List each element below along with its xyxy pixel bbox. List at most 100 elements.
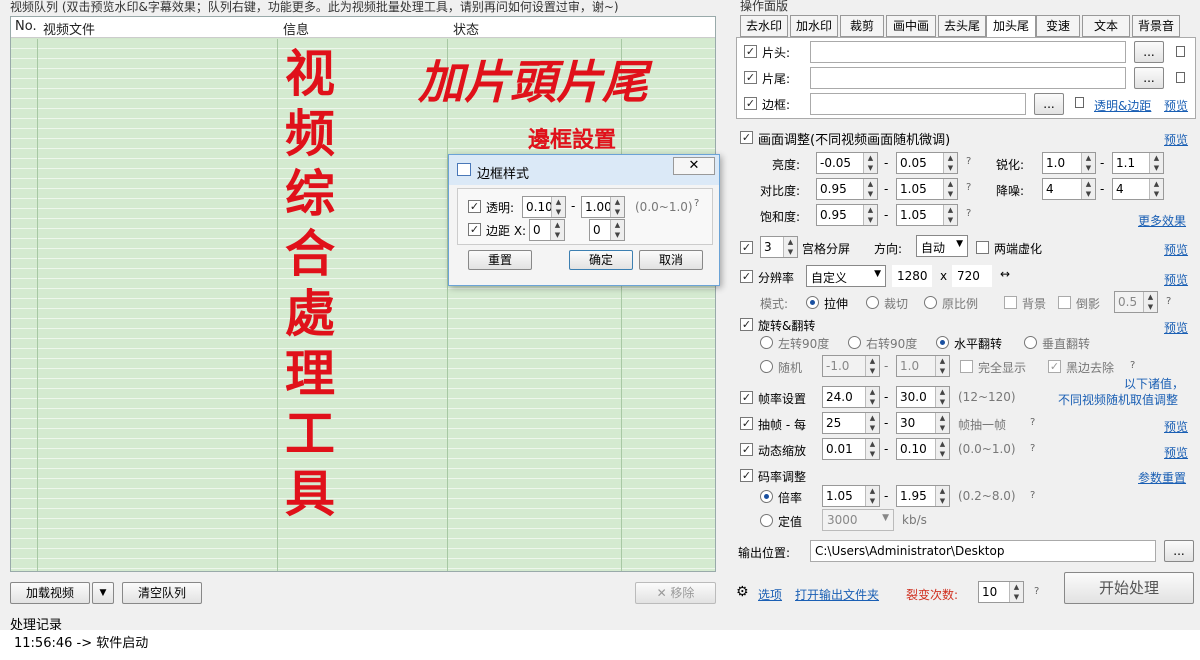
help-icon[interactable]: ? bbox=[694, 198, 699, 209]
rotate-right-radio[interactable] bbox=[848, 336, 861, 349]
col-info[interactable]: 信息 bbox=[283, 19, 309, 38]
help-icon[interactable]: ? bbox=[1030, 490, 1035, 501]
col-status[interactable]: 状态 bbox=[453, 19, 479, 38]
saturation-max-stepper[interactable]: 1.05 ▲ ▼ bbox=[896, 204, 958, 226]
tail-browse-button[interactable]: ... bbox=[1134, 67, 1164, 89]
queue-rows[interactable] bbox=[11, 39, 715, 571]
bitrate-min-stepper[interactable]: 1.05 ▲ ▼ bbox=[822, 485, 880, 507]
picture-preview-link[interactable]: 预览 bbox=[1164, 131, 1188, 148]
zoom-min-stepper[interactable]: 0.01 ▲ ▼ bbox=[822, 438, 880, 460]
gear-icon[interactable]: ⚙ bbox=[736, 584, 749, 600]
resolution-checkbox[interactable]: ✓ bbox=[740, 270, 753, 283]
rotate-preview-link[interactable]: 预览 bbox=[1164, 319, 1188, 336]
sharpen-min-stepper[interactable]: 1.0 ▲ ▼ bbox=[1042, 152, 1096, 174]
border-browse-button[interactable]: ... bbox=[1034, 93, 1064, 115]
cancel-button[interactable]: 取消 bbox=[639, 250, 703, 270]
col-file[interactable]: 视频文件 bbox=[43, 19, 95, 38]
mode-stretch-radio[interactable] bbox=[806, 296, 819, 309]
fps-min-stepper[interactable]: 24.0 ▲ ▼ bbox=[822, 386, 880, 408]
frame-drop-checkbox[interactable]: ✓ bbox=[740, 417, 753, 430]
help-icon[interactable]: ? bbox=[1166, 296, 1171, 307]
head-browse-button[interactable]: ... bbox=[1134, 41, 1164, 63]
mode-ratio-radio[interactable] bbox=[924, 296, 937, 309]
tab-speed[interactable]: 变速 bbox=[1036, 15, 1080, 37]
dialog-titlebar[interactable]: 边框样式 ✕ bbox=[449, 155, 719, 185]
fps-checkbox[interactable]: ✓ bbox=[740, 391, 753, 404]
remove-black-checkbox[interactable]: ✓ bbox=[1048, 360, 1061, 373]
grid-count-stepper[interactable]: 3 ▲ ▼ bbox=[760, 236, 798, 258]
reset-button[interactable]: 重置 bbox=[468, 250, 532, 270]
head-checkbox[interactable]: ✓ bbox=[744, 45, 757, 58]
resolution-width-field[interactable]: 1280 bbox=[892, 265, 932, 287]
margin-x-stepper[interactable]: 0 ▲ ▼ bbox=[529, 219, 565, 241]
tab-pip[interactable]: 画中画 bbox=[886, 15, 936, 37]
saturation-min-stepper[interactable]: 0.95 ▲ ▼ bbox=[816, 204, 878, 226]
tab-bgm[interactable]: 背景音 bbox=[1132, 15, 1180, 37]
reflection-checkbox[interactable] bbox=[1058, 296, 1071, 309]
bitrate-checkbox[interactable]: ✓ bbox=[740, 469, 753, 482]
border-path-field[interactable] bbox=[810, 93, 1026, 115]
reflection-stepper[interactable]: 0.5 ▲ ▼ bbox=[1114, 291, 1158, 313]
opacity-min-stepper[interactable]: 0.10 ▲ ▼ bbox=[522, 196, 566, 218]
border-opacity-link[interactable]: 透明&边距 bbox=[1094, 97, 1151, 114]
zoom-max-stepper[interactable]: 0.10 ▲ ▼ bbox=[896, 438, 950, 460]
border-checkbox[interactable]: ✓ bbox=[744, 97, 757, 110]
options-link[interactable]: 选项 bbox=[758, 586, 782, 603]
brightness-min-stepper[interactable]: -0.05 ▲ ▼ bbox=[816, 152, 878, 174]
resolution-height-field[interactable]: 720 bbox=[952, 265, 992, 287]
clear-queue-button[interactable]: 清空队列 bbox=[122, 582, 202, 604]
file-icon[interactable] bbox=[1176, 72, 1185, 83]
remove-button[interactable]: ✕ 移除 bbox=[635, 582, 716, 604]
blur-ends-checkbox[interactable] bbox=[976, 241, 989, 254]
tab-remove-watermark[interactable]: 去水印 bbox=[740, 15, 788, 37]
tail-path-field[interactable] bbox=[810, 67, 1126, 89]
bitrate-max-stepper[interactable]: 1.95 ▲ ▼ bbox=[896, 485, 950, 507]
fps-max-stepper[interactable]: 30.0 ▲ ▼ bbox=[896, 386, 950, 408]
flip-horizontal-radio[interactable] bbox=[936, 336, 949, 349]
head-path-field[interactable] bbox=[810, 41, 1126, 63]
denoise-min-stepper[interactable]: 4 ▲ ▼ bbox=[1042, 178, 1096, 200]
random-max-stepper[interactable]: 1.0 ▲ ▼ bbox=[896, 355, 950, 377]
frame-drop-min-stepper[interactable]: 25 ▲ ▼ bbox=[822, 412, 880, 434]
bitrate-fixed-radio[interactable] bbox=[760, 514, 773, 527]
resolution-preview-link[interactable]: 预览 bbox=[1164, 271, 1188, 288]
bitrate-fixed-select[interactable]: 3000 ▼ bbox=[822, 509, 894, 531]
picture-adjust-checkbox[interactable]: ✓ bbox=[740, 131, 753, 144]
output-path-field[interactable]: C:\Users\Administrator\Desktop bbox=[810, 540, 1156, 562]
start-processing-button[interactable]: 开始处理 bbox=[1064, 572, 1194, 604]
swap-icon[interactable]: ↔ bbox=[1000, 267, 1010, 281]
frame-drop-preview-link[interactable]: 预览 bbox=[1164, 418, 1188, 435]
random-rotate-radio[interactable] bbox=[760, 360, 773, 373]
more-effects-link[interactable]: 更多效果 bbox=[1138, 212, 1186, 229]
tab-crop[interactable]: 裁剪 bbox=[840, 15, 884, 37]
tab-add-watermark[interactable]: 加水印 bbox=[790, 15, 838, 37]
opacity-max-stepper[interactable]: 1.00 ▲ ▼ bbox=[581, 196, 625, 218]
file-icon[interactable] bbox=[1176, 46, 1185, 57]
sharpen-max-stepper[interactable]: 1.1 ▲ ▼ bbox=[1112, 152, 1164, 174]
grid-checkbox[interactable]: ✓ bbox=[740, 241, 753, 254]
tail-checkbox[interactable]: ✓ bbox=[744, 71, 757, 84]
contrast-min-stepper[interactable]: 0.95 ▲ ▼ bbox=[816, 178, 878, 200]
grid-preview-link[interactable]: 预览 bbox=[1164, 241, 1188, 258]
ok-button[interactable]: 确定 bbox=[569, 250, 633, 270]
full-show-checkbox[interactable] bbox=[960, 360, 973, 373]
contrast-max-stepper[interactable]: 1.05 ▲ ▼ bbox=[896, 178, 958, 200]
help-icon[interactable]: ? bbox=[966, 156, 971, 167]
bitrate-multiplier-radio[interactable] bbox=[760, 490, 773, 503]
help-icon[interactable]: ? bbox=[966, 208, 971, 219]
split-count-stepper[interactable]: 10 ▲ ▼ bbox=[978, 581, 1024, 603]
help-icon[interactable]: ? bbox=[966, 182, 971, 193]
background-checkbox[interactable] bbox=[1004, 296, 1017, 309]
help-icon[interactable]: ? bbox=[1030, 443, 1035, 454]
direction-select[interactable]: 自动 ▼ bbox=[916, 235, 968, 257]
flip-vertical-radio[interactable] bbox=[1024, 336, 1037, 349]
margin-y-stepper[interactable]: 0 ▲ ▼ bbox=[589, 219, 625, 241]
random-min-stepper[interactable]: -1.0 ▲ ▼ bbox=[822, 355, 880, 377]
border-preview-link[interactable]: 预览 bbox=[1164, 97, 1188, 114]
col-no[interactable]: No. bbox=[15, 19, 37, 34]
help-icon[interactable]: ? bbox=[1130, 360, 1135, 371]
margin-checkbox[interactable]: ✓ bbox=[468, 223, 481, 236]
rotate-checkbox[interactable]: ✓ bbox=[740, 318, 753, 331]
resolution-select[interactable]: 自定义 ▼ bbox=[806, 265, 886, 287]
opacity-checkbox[interactable]: ✓ bbox=[468, 200, 481, 213]
